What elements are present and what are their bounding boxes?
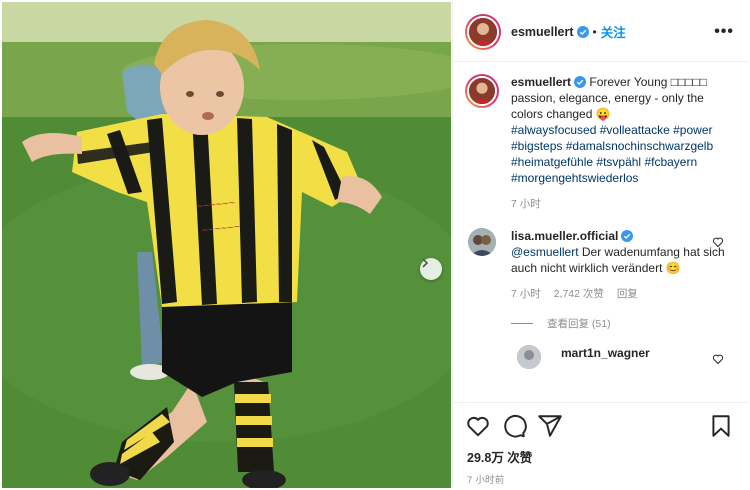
verified-badge-icon (576, 25, 589, 38)
view-replies-label: 查看回复 (51) (547, 318, 611, 330)
like-count[interactable]: 29.8万 次赞 (453, 439, 748, 466)
author-username[interactable]: esmuellert (511, 25, 574, 39)
view-replies-button[interactable]: 查看回复 (51) (511, 316, 748, 331)
header-separator: • (592, 24, 597, 39)
action-bar (453, 403, 748, 439)
comment-author[interactable]: lisa.mueller.official (511, 229, 618, 243)
comment-icon[interactable] (501, 413, 527, 439)
author-avatar[interactable] (465, 13, 501, 50)
comment-mention[interactable]: @esmuellert (511, 245, 579, 259)
comment-time[interactable]: 7 小时 (511, 288, 541, 300)
comment-author[interactable]: mart1n_wagner (561, 346, 650, 360)
hashtag[interactable]: #heimatgefühle (511, 155, 593, 169)
verified-badge-icon (574, 76, 587, 88)
hashtag[interactable]: #morgengehtswiederlos (511, 171, 638, 185)
comment-heart-icon[interactable] (712, 236, 724, 248)
caption-author-avatar[interactable] (465, 74, 499, 108)
comment-text: lisa.mueller.official @esmuellert Der wa… (511, 228, 736, 276)
post-side-panel: esmuellert • 关注 ••• esmuellert Forever Y… (452, 2, 748, 488)
post-footer: 29.8万 次赞 7 小时前 (453, 402, 748, 488)
post-header: esmuellert • 关注 ••• (453, 2, 748, 62)
photo-illustration: ~~~~~~ ~~~~~~ (2, 2, 451, 488)
heart-icon[interactable] (465, 413, 491, 439)
caption-meta: 7 小时 (511, 196, 736, 212)
avatar-image-icon (517, 345, 541, 369)
verified-badge-icon (621, 230, 634, 242)
avatar-image-icon (468, 228, 496, 256)
caption-line-1: Forever Young □□□□□ (586, 75, 707, 89)
hashtag[interactable]: #alwaysfocused (511, 123, 596, 137)
avatar-image-icon (469, 78, 495, 104)
bookmark-icon[interactable] (708, 413, 734, 439)
commenter-avatar[interactable] (468, 228, 496, 256)
hashtag[interactable]: #power (673, 123, 712, 137)
post-photo: ~~~~~~ ~~~~~~ (2, 2, 451, 488)
comment: lisa.mueller.official @esmuellert Der wa… (453, 212, 748, 302)
hashtag[interactable]: #fcbayern (644, 155, 697, 169)
chevron-right-icon (422, 258, 429, 268)
hashtag[interactable]: #tsvpähl (596, 155, 641, 169)
more-options-icon[interactable]: ••• (714, 23, 734, 41)
comment-meta: 7 小时 2,742 次赞 回复 (511, 286, 736, 302)
caption: esmuellert Forever Young □□□□□ passion, … (453, 62, 748, 212)
comment-likes[interactable]: 2,742 次赞 (554, 288, 604, 300)
reply-button[interactable]: 回复 (617, 288, 638, 300)
caption-text: esmuellert Forever Young □□□□□ passion, … (511, 74, 736, 186)
hashtag[interactable]: #volleattacke (600, 123, 670, 137)
share-icon[interactable] (537, 413, 563, 439)
commenter-avatar[interactable] (517, 345, 541, 369)
comment: mart1n_wagner (453, 331, 748, 369)
next-photo-button[interactable] (420, 258, 442, 280)
hashtag[interactable]: #damalsnochinschwarzgelb (566, 139, 713, 153)
follow-button[interactable]: 关注 (601, 22, 626, 41)
replies-divider (511, 323, 533, 324)
comment-heart-icon[interactable] (712, 353, 724, 365)
caption-line-2: passion, elegance, energy - only the col… (511, 91, 704, 121)
avatar-image-icon (469, 17, 497, 46)
comments-scroll-area[interactable]: esmuellert Forever Young □□□□□ passion, … (453, 62, 748, 402)
caption-time[interactable]: 7 小时 (511, 198, 541, 210)
post-time[interactable]: 7 小时前 (453, 466, 748, 486)
caption-author[interactable]: esmuellert (511, 75, 571, 89)
hashtag[interactable]: #bigsteps (511, 139, 562, 153)
